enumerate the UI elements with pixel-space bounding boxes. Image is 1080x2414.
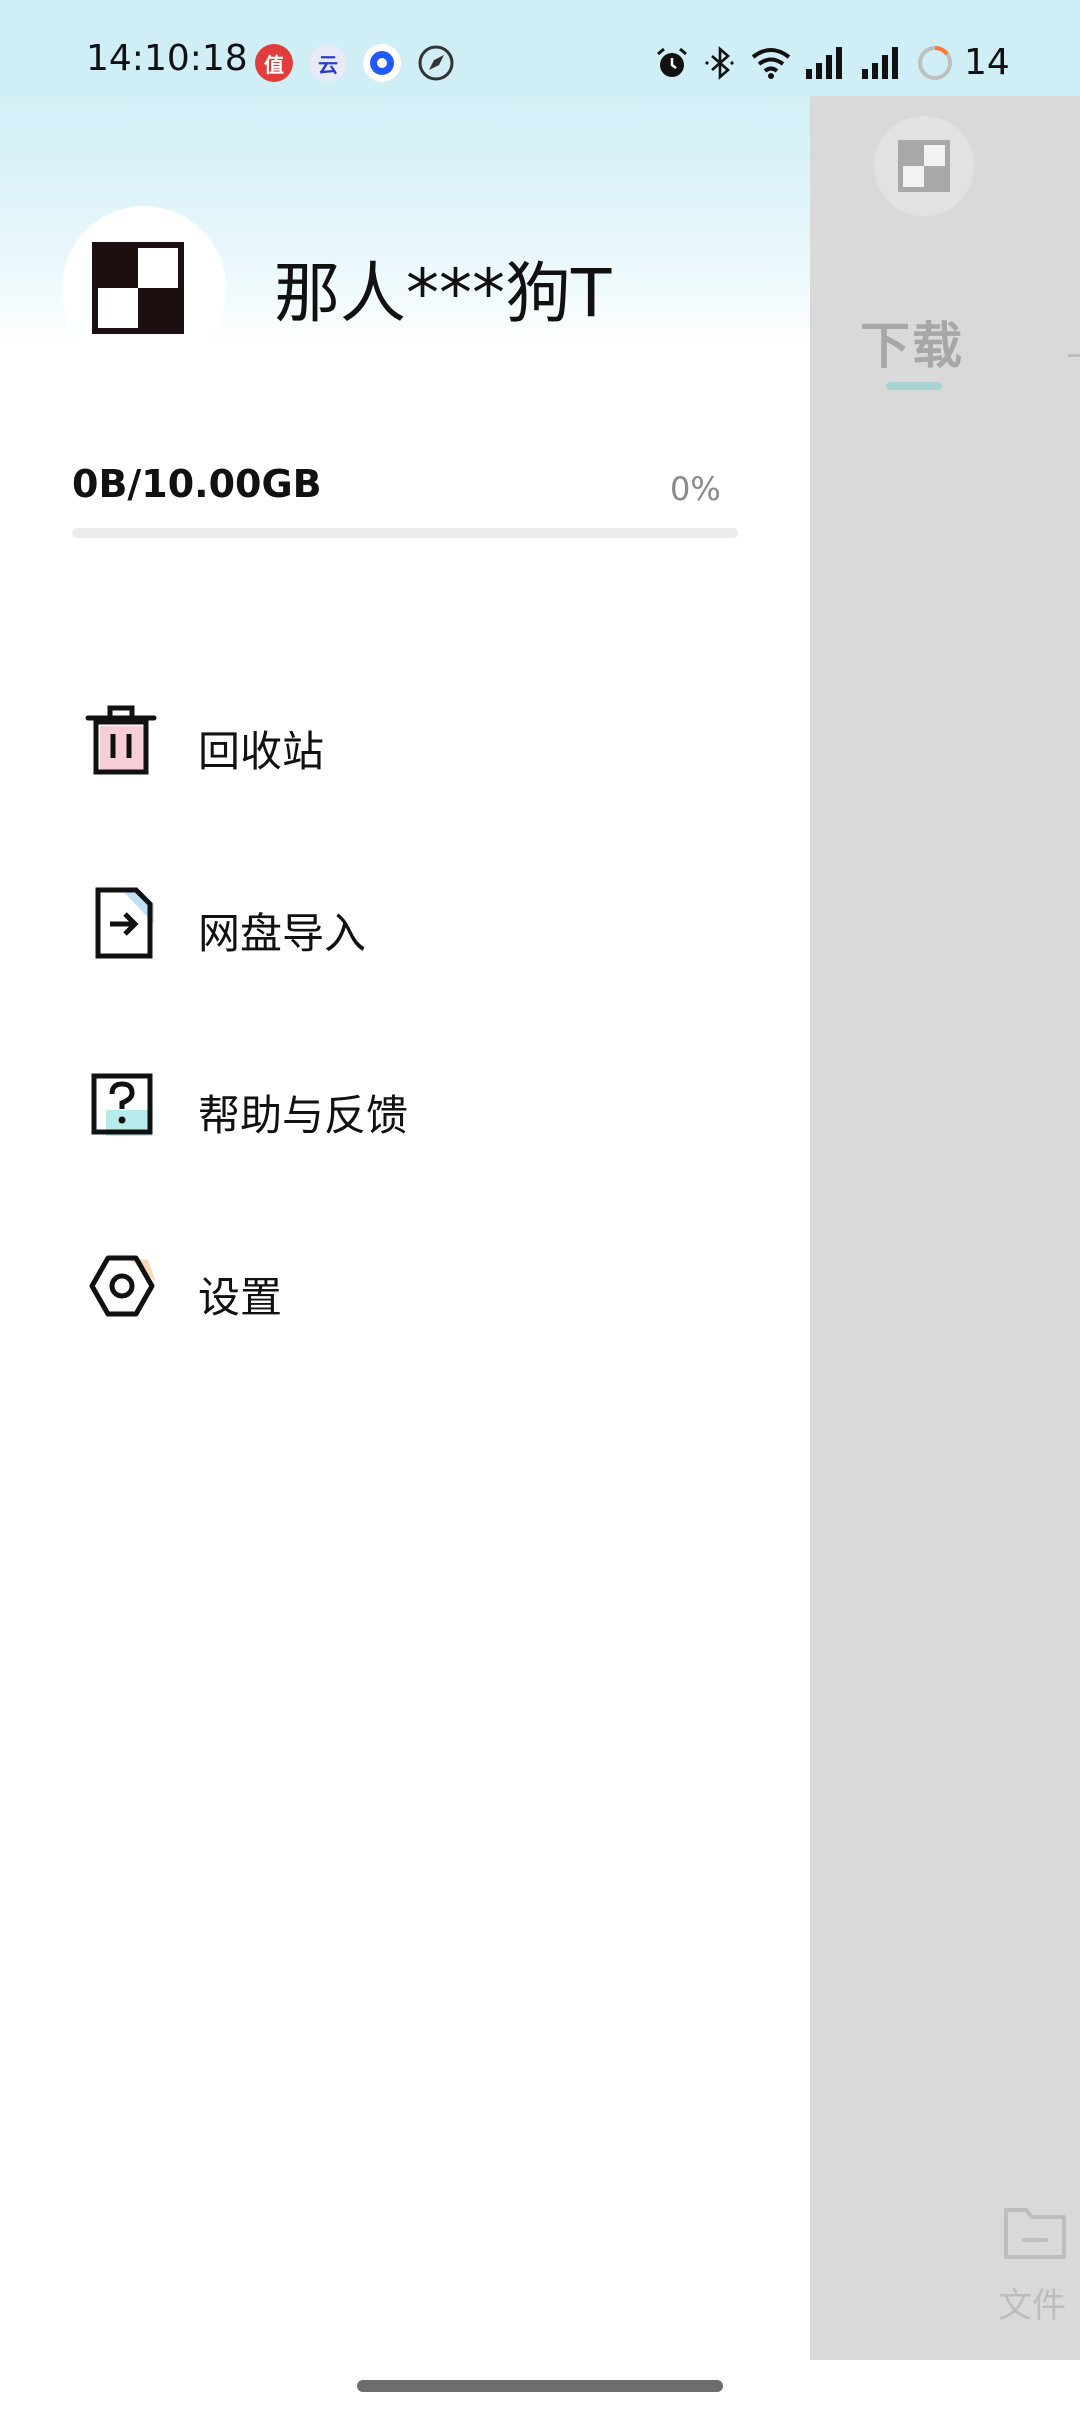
folder-icon [1004, 2208, 1066, 2259]
avatar-image [92, 242, 184, 334]
menu-item-recycle-bin[interactable]: 回收站 [0, 680, 810, 800]
storage-percent-label: 0% [670, 470, 721, 508]
import-icon [95, 887, 154, 959]
blue-dot-app-icon [363, 44, 401, 82]
status-bar: 14:10:18 值 云 14 [0, 0, 1080, 96]
navigation-drawer: 那人***狗T 0B/10.00GB 0% 回收站 网盘导入 帮助与反馈 设置 [0, 0, 810, 2414]
trash-icon [85, 705, 157, 775]
menu-label-cloud-import: 网盘导入 [198, 909, 367, 958]
compass-app-icon [417, 44, 455, 82]
menu-label-settings: 设置 [198, 1273, 283, 1322]
menu-label-help-feedback: 帮助与反馈 [198, 1091, 409, 1140]
avatar[interactable] [62, 206, 226, 370]
menu-label-recycle-bin: 回收站 [198, 727, 325, 776]
status-icons: 14 [654, 42, 1010, 83]
menu-item-help-feedback[interactable]: 帮助与反馈 [0, 1044, 810, 1164]
signal-icon [862, 46, 898, 79]
wifi-icon [751, 47, 791, 79]
storage-progress-bar [72, 528, 738, 538]
username[interactable]: 那人***狗T [274, 240, 611, 336]
help-icon [91, 1073, 153, 1136]
battery-level: 14 [964, 42, 1010, 83]
alarm-icon [657, 47, 687, 77]
tab-divider [1068, 354, 1080, 357]
gesture-navigation-bar[interactable] [357, 2380, 723, 2392]
menu-item-cloud-import[interactable]: 网盘导入 [0, 862, 810, 982]
main-screen-scrim[interactable]: 下载 文件 [810, 96, 1080, 2360]
signal-icon [806, 46, 842, 79]
tab-active-indicator [886, 382, 942, 390]
main-avatar [874, 116, 974, 216]
nav-files-label: 文件 [998, 2286, 1066, 2326]
storage-used-label: 0B/10.00GB [72, 462, 322, 506]
menu-item-settings[interactable]: 设置 [0, 1226, 810, 1346]
notification-icons: 值 云 [255, 44, 455, 82]
status-time: 14:10:18 [86, 38, 248, 79]
battery-ring-icon [918, 45, 952, 80]
tab-download: 下载 [860, 317, 964, 375]
zhide-app-icon: 值 [255, 44, 293, 82]
cloud-ai-app-icon: 云 [309, 44, 347, 82]
bluetooth-icon [705, 45, 734, 80]
settings-icon [89, 1255, 156, 1317]
